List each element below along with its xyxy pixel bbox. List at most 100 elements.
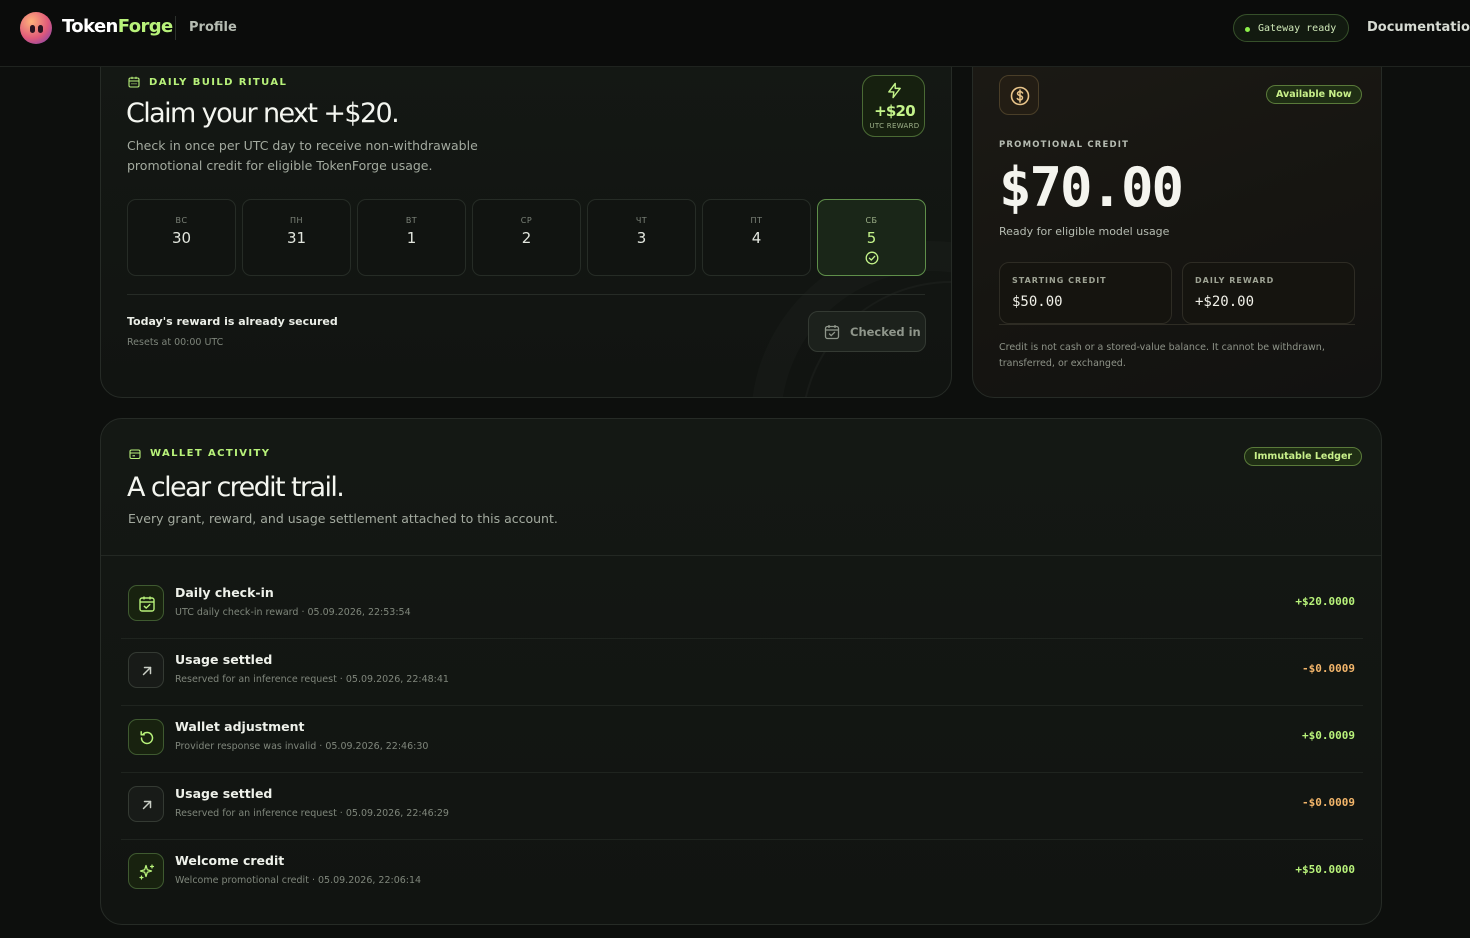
- day-name: ПН: [289, 216, 304, 225]
- lightning-icon: [888, 82, 901, 99]
- ledger-row[interactable]: Usage settled Reserved for an inference …: [121, 639, 1363, 706]
- utc-reward-badge: +$20 UTC REWARD: [862, 75, 925, 137]
- day-name: ВС: [175, 216, 188, 225]
- ledger-row-amount: +$20.0000: [1295, 595, 1355, 608]
- rotate-ccw-icon: [140, 731, 154, 745]
- starting-credit-value: $50.00: [1012, 294, 1063, 310]
- ledger-row-title: Daily check-in: [175, 585, 274, 600]
- wallet-activity-card: WALLET ACTIVITY A clear credit trail. Ev…: [100, 418, 1382, 925]
- sparkles-icon: [139, 864, 155, 880]
- credit-divider: [999, 324, 1355, 325]
- day-name: СР: [520, 216, 533, 225]
- wallet-icon: [129, 449, 141, 460]
- calendar-icon: [128, 76, 140, 88]
- day-cell-fri: ПТ 4: [702, 199, 811, 276]
- ledger-row-amount: -$0.0009: [1302, 662, 1355, 675]
- checked-in-label: Checked in: [850, 324, 921, 339]
- arrow-up-right-icon: [142, 666, 152, 676]
- checked-in-button[interactable]: Checked in: [808, 311, 926, 352]
- wallet-eyebrow: WALLET ACTIVITY: [150, 448, 271, 459]
- gateway-status-label: Gateway ready: [1258, 22, 1337, 34]
- header-divider: [175, 16, 176, 40]
- daily-reward-label: DAILY REWARD: [1195, 276, 1275, 285]
- day-cell-thu: ЧТ 3: [587, 199, 696, 276]
- day-name: ВТ: [405, 216, 418, 225]
- wallet-description: Every grant, reward, and usage settlemen…: [128, 511, 558, 526]
- day-cell-sun: ВС 30: [127, 199, 236, 276]
- ledger-row-icon: [128, 585, 164, 621]
- available-now-badge: Available Now: [1266, 85, 1362, 104]
- ledger-row-subtitle: Welcome promotional credit · 05.09.2026,…: [175, 875, 422, 886]
- starting-credit-label: STARTING CREDIT: [1012, 276, 1107, 285]
- day-date: 3: [636, 229, 647, 247]
- day-date: 31: [286, 229, 307, 247]
- wallet-divider: [101, 555, 1381, 556]
- ledger-row-icon: [128, 853, 164, 889]
- ledger-row-icon: [128, 652, 164, 688]
- ledger-row-amount: -$0.0009: [1302, 796, 1355, 809]
- ledger-row-icon: [128, 786, 164, 822]
- immutable-ledger-badge: Immutable Ledger: [1244, 447, 1363, 466]
- dollar-coin-icon: [1010, 86, 1030, 106]
- day-date: 30: [171, 229, 192, 247]
- ledger-row-amount: +$0.0009: [1302, 729, 1355, 742]
- coin-icon-box: [999, 75, 1039, 115]
- ledger-row-title: Usage settled: [175, 652, 273, 667]
- promotional-credit-amount: $70.00: [999, 156, 1184, 219]
- promotional-credit-label: PROMOTIONAL CREDIT: [999, 140, 1130, 150]
- check-circle-icon: [865, 251, 879, 265]
- ledger-row[interactable]: Welcome credit Welcome promotional credi…: [121, 840, 1363, 907]
- day-date: 4: [751, 229, 762, 247]
- ritual-divider: [127, 294, 925, 295]
- starting-credit-box: STARTING CREDIT $50.00: [999, 262, 1172, 324]
- day-cell-tue: ВТ 1: [357, 199, 466, 276]
- promotional-credit-card: Available Now PROMOTIONAL CREDIT $70.00 …: [972, 30, 1382, 398]
- ritual-title: Claim your next +$20.: [126, 98, 400, 129]
- daily-reward-value: +$20.00: [1195, 294, 1255, 310]
- profile-link[interactable]: Profile: [189, 20, 237, 35]
- documentation-link[interactable]: Documentation: [1367, 20, 1470, 35]
- ritual-description-line2: promotional credit for eligible TokenFor…: [127, 158, 433, 173]
- credit-disclaimer: Credit is not cash or a stored-value bal…: [999, 342, 1325, 369]
- daily-reward-box: DAILY REWARD +$20.00: [1182, 262, 1355, 324]
- ritual-description-line1: Check in once per UTC day to receive non…: [127, 138, 478, 153]
- brand-token: Token: [62, 16, 118, 37]
- ledger-row-subtitle: Reserved for an inference request · 05.0…: [175, 674, 449, 685]
- calendar-check-icon: [824, 325, 840, 340]
- status-dot-icon: [1245, 27, 1250, 32]
- reward-badge-amount: +$20: [874, 102, 915, 120]
- day-cell-wed: СР 2: [472, 199, 581, 276]
- reward-status-title: Today's reward is already secured: [127, 315, 338, 328]
- arrow-up-right-icon: [142, 800, 152, 810]
- day-date: 5: [866, 229, 877, 247]
- logo-icon[interactable]: [20, 12, 52, 44]
- day-cell-mon: ПН 31: [242, 199, 351, 276]
- daily-ritual-card: DAILY BUILD RITUAL Claim your next +$20.…: [100, 30, 952, 398]
- brand-name[interactable]: TokenForge: [62, 16, 173, 37]
- wallet-title: A clear credit trail.: [127, 472, 345, 503]
- day-name: ЧТ: [635, 216, 648, 225]
- day-cell-sat-today: СБ 5: [817, 199, 926, 276]
- ledger-row-icon: [128, 719, 164, 755]
- ledger-row[interactable]: Wallet adjustment Provider response was …: [121, 706, 1363, 773]
- ledger-row-subtitle: UTC daily check-in reward · 05.09.2026, …: [175, 607, 411, 618]
- promotional-credit-subtitle: Ready for eligible model usage: [999, 225, 1170, 238]
- reward-badge-label: UTC REWARD: [869, 122, 920, 130]
- ledger-row-title: Welcome credit: [175, 853, 285, 868]
- ledger-row-title: Usage settled: [175, 786, 273, 801]
- reset-time-note: Resets at 00:00 UTC: [127, 337, 224, 348]
- day-name: СБ: [865, 216, 878, 225]
- brand-forge: Forge: [117, 16, 174, 37]
- ledger-row-title: Wallet adjustment: [175, 719, 305, 734]
- ledger-row-amount: +$50.0000: [1295, 863, 1355, 876]
- ledger-row[interactable]: Usage settled Reserved for an inference …: [121, 773, 1363, 840]
- top-navigation-bar: TokenForge Profile Gateway ready Documen…: [0, 0, 1470, 67]
- ritual-description: Check in once per UTC day to receive non…: [127, 136, 478, 176]
- ledger-row[interactable]: Daily check-in UTC daily check-in reward…: [121, 572, 1363, 639]
- ritual-eyebrow: DAILY BUILD RITUAL: [149, 77, 288, 88]
- calendar-check-icon: [139, 596, 155, 612]
- ledger-row-subtitle: Provider response was invalid · 05.09.20…: [175, 741, 429, 752]
- day-date: 2: [521, 229, 532, 247]
- gateway-status-badge: Gateway ready: [1233, 14, 1350, 42]
- ledger-row-subtitle: Reserved for an inference request · 05.0…: [175, 808, 449, 819]
